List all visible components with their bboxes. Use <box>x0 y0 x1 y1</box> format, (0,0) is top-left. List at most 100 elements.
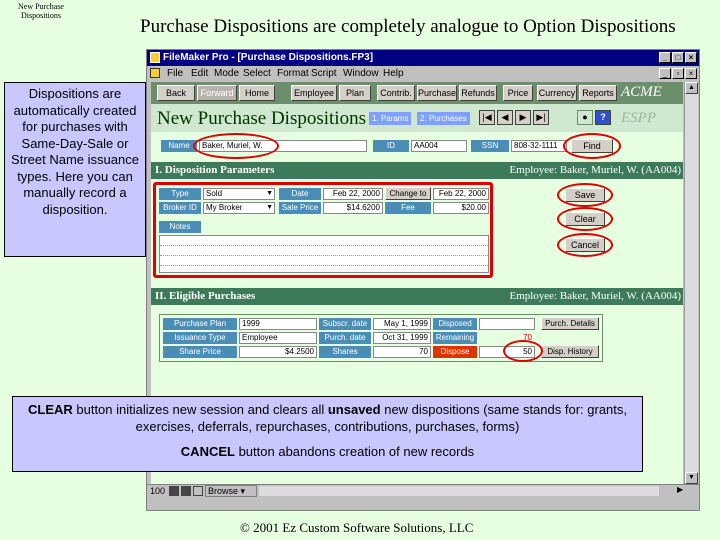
nav-refunds-button[interactable]: Refunds <box>459 85 497 101</box>
clear-button-highlight <box>557 207 613 231</box>
find-button-highlight <box>563 133 621 159</box>
id-label: ID <box>373 140 409 152</box>
menu-script[interactable]: Script <box>311 68 337 79</box>
notes-label: Notes <box>159 221 201 233</box>
next-record-icon[interactable]: ▶ <box>515 110 531 125</box>
nav-price-button[interactable]: Price <box>503 85 533 101</box>
date-field[interactable]: Feb 22, 2000 <box>323 188 383 200</box>
slide-title: Purchase Dispositions are completely ana… <box>140 16 676 37</box>
change-to-button[interactable]: Change to <box>385 187 431 200</box>
type-label: Type <box>159 188 201 200</box>
cancel-rest-text: button abandons creation of new records <box>234 444 475 459</box>
shares-label: Shares <box>319 346 371 358</box>
save-button-highlight <box>557 183 613 207</box>
disp-history-button[interactable]: Disp. History <box>541 345 599 358</box>
brand-acme: ACME <box>621 84 662 100</box>
change-to-field[interactable]: Feb 22, 2000 <box>433 188 489 200</box>
nav-contrib-button[interactable]: Contrib. <box>377 85 415 101</box>
disposed-field[interactable] <box>479 318 535 330</box>
nav-home-button[interactable]: Home <box>239 85 275 101</box>
help-icon[interactable]: ? <box>595 110 611 125</box>
subscr-date-label: Subscr. date <box>319 318 371 330</box>
nav-employee-button[interactable]: Employee <box>291 85 337 101</box>
scroll-right-icon[interactable]: ▶ <box>677 485 683 494</box>
window-title: FileMaker Pro - [Purchase Dispositions.F… <box>163 52 374 63</box>
doc-close-icon[interactable]: × <box>685 68 697 79</box>
menu-file[interactable]: File <box>167 68 183 79</box>
unsaved-keyword: unsaved <box>327 402 381 417</box>
tab-params[interactable]: 1. Params <box>369 112 412 125</box>
broker-id-label: Broker ID <box>159 202 201 214</box>
last-record-icon[interactable]: ▶| <box>533 110 549 125</box>
mode-value: Browse <box>208 486 239 496</box>
nav-currency-button[interactable]: Currency <box>537 85 577 101</box>
menu-help[interactable]: Help <box>383 68 404 79</box>
menu-window[interactable]: Window <box>343 68 379 79</box>
nav-forward-button[interactable]: Forward <box>197 85 237 101</box>
first-record-icon[interactable]: |◀ <box>479 110 495 125</box>
type-value: Sold <box>206 189 223 198</box>
cancel-explanation: CANCEL button abandons creation of new r… <box>19 443 636 460</box>
disposed-label: Disposed <box>433 318 477 330</box>
clear-keyword: CLEAR <box>27 402 73 417</box>
clear-mid-text: button initializes new session and clear… <box>72 402 328 417</box>
clear-explanation: CLEAR button initializes new session and… <box>19 401 636 435</box>
purch-date-label: Purch. date <box>319 332 371 344</box>
share-price-field[interactable]: $4.2500 <box>239 346 317 358</box>
menu-mode[interactable]: Mode <box>214 68 239 79</box>
doc-restore-icon[interactable]: ▫ <box>672 68 684 79</box>
menu-format[interactable]: Format <box>277 68 309 79</box>
minimize-icon[interactable]: _ <box>659 52 671 63</box>
fee-label: Fee <box>385 202 431 214</box>
tab-purchases[interactable]: 2. Purchases <box>417 112 470 125</box>
prev-record-icon[interactable]: ◀ <box>497 110 513 125</box>
maximize-icon[interactable]: □ <box>672 52 684 63</box>
menu-edit[interactable]: Edit <box>191 68 208 79</box>
zoom-out-icon[interactable] <box>169 486 179 496</box>
users-icon[interactable]: ● <box>577 110 593 125</box>
top-nav: Back Forward Home Employee Plan Contrib.… <box>151 82 683 104</box>
zoom-in-icon[interactable] <box>181 486 191 496</box>
doc-minimize-icon[interactable]: _ <box>659 68 671 79</box>
menu-select[interactable]: Select <box>243 68 271 79</box>
document-icon[interactable] <box>150 68 160 78</box>
scroll-up-icon[interactable]: ▲ <box>685 82 698 94</box>
purchase-plan-field[interactable]: 1999 <box>239 318 317 330</box>
share-price-label: Share Price <box>163 346 237 358</box>
ssn-field[interactable]: 808-32-1111 <box>511 140 567 152</box>
section2-employee: Employee: Baker, Muriel, W. (AA004) <box>509 290 681 302</box>
cancel-keyword: CANCEL <box>180 444 235 459</box>
zoom-level[interactable]: 100 <box>150 486 165 496</box>
sale-price-field[interactable]: $14.6200 <box>323 202 383 214</box>
fee-field[interactable]: $20.00 <box>433 202 489 214</box>
notes-field[interactable] <box>159 235 489 273</box>
issuance-type-field[interactable]: Employee <box>239 332 317 344</box>
shares-field[interactable]: 70 <box>373 346 431 358</box>
nav-back-button[interactable]: Back <box>157 85 195 101</box>
purch-date-field[interactable]: Oct 31, 1999 <box>373 332 431 344</box>
vertical-scrollbar[interactable]: ▲ ▼ <box>684 82 698 484</box>
purch-details-button[interactable]: Purch. Details <box>541 317 599 330</box>
app-icon <box>150 52 160 63</box>
close-icon[interactable]: × <box>685 52 697 63</box>
name-field-highlight <box>193 133 279 159</box>
id-field[interactable]: AA004 <box>411 140 467 152</box>
issuance-type-label: Issuance Type <box>163 332 237 344</box>
type-select[interactable]: Sold ▼ <box>203 188 275 200</box>
section-disposition-parameters: I. Disposition Parameters Employee: Bake… <box>151 162 683 179</box>
scroll-down-icon[interactable]: ▼ <box>685 472 698 484</box>
section-eligible-purchases: II. Eligible Purchases Employee: Baker, … <box>151 288 683 305</box>
footer-copyright: © 2001 Ez Custom Software Solutions, LLC <box>240 520 474 535</box>
chevron-down-icon: ▼ <box>266 204 273 211</box>
horizontal-scrollbar[interactable] <box>259 486 659 496</box>
nav-reports-button[interactable]: Reports <box>579 85 617 101</box>
corner-label: New Purchase Dispositions <box>18 2 64 20</box>
mode-select[interactable]: Browse ▾ <box>205 485 257 497</box>
subscr-date-field[interactable]: May 1, 1999 <box>373 318 431 330</box>
nav-plan-button[interactable]: Plan <box>339 85 371 101</box>
broker-select[interactable]: My Broker ▼ <box>203 202 275 214</box>
broker-value: My Broker <box>206 203 243 212</box>
status-area-icon[interactable] <box>193 486 203 496</box>
section1-employee: Employee: Baker, Muriel, W. (AA004) <box>509 164 681 176</box>
nav-purchase-button[interactable]: Purchase <box>417 85 457 101</box>
